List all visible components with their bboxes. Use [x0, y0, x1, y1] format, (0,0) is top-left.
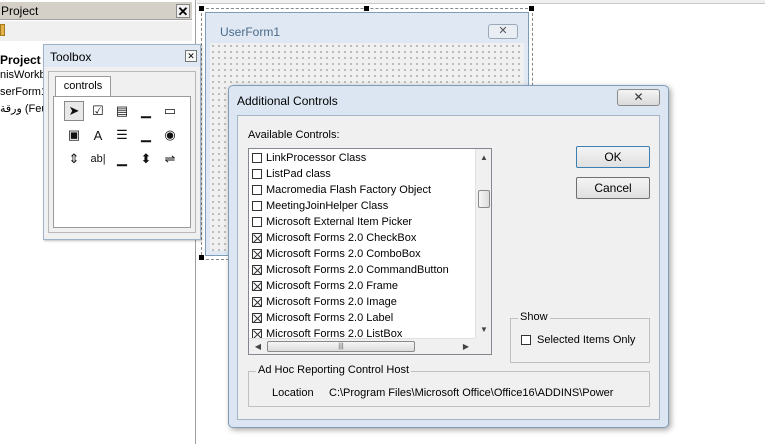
- resize-handle[interactable]: [199, 255, 204, 260]
- multipage-tool-icon[interactable]: ▭: [160, 101, 180, 121]
- control-checkbox[interactable]: [252, 233, 262, 243]
- list-item[interactable]: Microsoft Forms 2.0 CheckBox: [250, 230, 475, 246]
- control-checkbox[interactable]: [252, 249, 262, 259]
- toolbox-titlebar[interactable]: Toolbox ✕: [44, 45, 200, 67]
- control-checkbox[interactable]: [252, 201, 262, 211]
- project-toolbar: [0, 21, 192, 41]
- project-pane-title: Project: [1, 4, 39, 18]
- selected-items-only-label: Selected Items Only: [537, 334, 636, 346]
- selected-items-only-option[interactable]: Selected Items Only: [521, 334, 635, 346]
- label-line-tool-icon[interactable]: ▁: [136, 101, 156, 121]
- scroll-right-icon[interactable]: ▶: [459, 339, 473, 354]
- list-item-label: MeetingJoinHelper Class: [266, 200, 389, 212]
- control-checkbox[interactable]: [252, 265, 262, 275]
- toolbox-grid: ➤ ☑ ▤ ▁ ▭ ▣ A ☰ ▁ ◉ ⇕ ab| ▁ ⬍ ⇌: [53, 96, 191, 228]
- resize-handle[interactable]: [529, 6, 534, 11]
- scroll-corner: [475, 338, 491, 354]
- control-checkbox[interactable]: [252, 297, 262, 307]
- list-item[interactable]: Microsoft Forms 2.0 CommandButton: [250, 262, 475, 278]
- resize-handle[interactable]: [364, 6, 369, 11]
- dialog-client-area: Available Controls: LinkProcessor Class L…: [237, 115, 660, 420]
- selected-items-only-checkbox[interactable]: [521, 335, 531, 345]
- scroll-up-icon[interactable]: ▲: [476, 151, 491, 165]
- list-item-label: Microsoft Forms 2.0 ComboBox: [266, 248, 421, 260]
- list-item-label: Microsoft External Item Picker: [266, 216, 413, 228]
- horizontal-scrollbar[interactable]: ◀ ||| ▶: [249, 338, 475, 354]
- list-item[interactable]: ListPad class: [250, 166, 475, 182]
- list-item[interactable]: Microsoft Forms 2.0 ComboBox: [250, 246, 475, 262]
- list-item[interactable]: LinkProcessor Class: [250, 150, 475, 166]
- toolbox-window: Toolbox ✕ controls ➤ ☑ ▤ ▁ ▭ ▣ A ☰ ▁ ◉ ⇕ ab| ▁ ⬍ ⇌: [43, 44, 201, 240]
- dialog-title: Additional Controls: [237, 94, 338, 108]
- listbox-tool-icon[interactable]: ☰: [112, 125, 132, 145]
- ok-button[interactable]: OK: [576, 146, 650, 168]
- label-tool-icon[interactable]: A: [88, 125, 108, 145]
- show-group: Show Selected Items Only: [510, 311, 650, 363]
- vertical-scroll-thumb[interactable]: [478, 190, 490, 208]
- control-checkbox[interactable]: [252, 281, 262, 291]
- combobox-tool-icon[interactable]: ▤: [112, 101, 132, 121]
- additional-controls-dialog: Additional Controls ✕ Available Controls…: [228, 85, 669, 428]
- userform-title: UserForm1: [220, 25, 281, 39]
- textbox-tool-icon[interactable]: ab|: [88, 149, 108, 169]
- spinbutton-tool-icon[interactable]: ⬍: [136, 149, 156, 169]
- horizontal-scroll-thumb[interactable]: |||: [267, 341, 415, 352]
- tree-item-project[interactable]: Project (: [0, 53, 48, 67]
- list-item[interactable]: Microsoft External Item Picker: [250, 214, 475, 230]
- list-item-label: Microsoft Forms 2.0 CommandButton: [266, 264, 449, 276]
- window-top-strip: [197, 0, 765, 4]
- available-controls-label: Available Controls:: [248, 129, 340, 141]
- refedit-tool-icon[interactable]: ⇌: [160, 149, 180, 169]
- frame-tool-icon[interactable]: ▁: [136, 125, 156, 145]
- image-tool-icon[interactable]: ▣: [64, 125, 84, 145]
- list-item[interactable]: Macromedia Flash Factory Object: [250, 182, 475, 198]
- selected-control-name: Ad Hoc Reporting Control Host: [256, 364, 412, 376]
- location-value: C:\Program Files\Microsoft Office\Office…: [329, 387, 614, 399]
- location-label: Location: [272, 387, 314, 399]
- project-close-icon[interactable]: ✕: [176, 4, 190, 18]
- cancel-button[interactable]: Cancel: [576, 177, 650, 199]
- list-item-label: Microsoft Forms 2.0 Frame: [266, 280, 399, 292]
- list-item-label: Microsoft Forms 2.0 Label: [266, 312, 394, 324]
- list-item-label: Microsoft Forms 2.0 Image: [266, 296, 397, 308]
- dialog-close-icon[interactable]: ✕: [617, 89, 660, 106]
- resize-handle[interactable]: [199, 6, 204, 11]
- control-checkbox[interactable]: [252, 169, 262, 179]
- scroll-left-icon[interactable]: ◀: [251, 339, 265, 354]
- control-checkbox[interactable]: [252, 185, 262, 195]
- commandbutton-tool-icon[interactable]: ▁: [112, 149, 132, 169]
- checkbox-tool-icon[interactable]: ☑: [88, 101, 108, 121]
- list-item[interactable]: Microsoft Forms 2.0 Frame: [250, 278, 475, 294]
- available-controls-list[interactable]: LinkProcessor Class ListPad class Macromed…: [248, 148, 492, 355]
- optionbutton-tool-icon[interactable]: ◉: [160, 125, 180, 145]
- list-item[interactable]: Microsoft Forms 2.0 Label: [250, 310, 475, 326]
- project-pane-titlebar: Project ✕: [0, 2, 192, 20]
- select-objects-icon[interactable]: ➤: [64, 101, 84, 121]
- list-item[interactable]: MeetingJoinHelper Class: [250, 198, 475, 214]
- scrollbar-tool-icon[interactable]: ⇕: [64, 149, 84, 169]
- scroll-down-icon[interactable]: ▼: [476, 323, 491, 337]
- list-item-label: Macromedia Flash Factory Object: [266, 184, 432, 196]
- list-item-label: LinkProcessor Class: [266, 152, 367, 164]
- list-item[interactable]: Microsoft Forms 2.0 Image: [250, 294, 475, 310]
- vertical-scrollbar[interactable]: ▲ ▼: [475, 149, 491, 339]
- folder-icon[interactable]: [0, 24, 5, 36]
- userform-close-icon[interactable]: ✕: [488, 24, 518, 39]
- toolbox-body: controls ➤ ☑ ▤ ▁ ▭ ▣ A ☰ ▁ ◉ ⇕ ab| ▁ ⬍ ⇌: [48, 71, 196, 233]
- control-checkbox[interactable]: [252, 217, 262, 227]
- toolbox-close-icon[interactable]: ✕: [185, 50, 197, 62]
- control-checkbox[interactable]: [252, 153, 262, 163]
- tree-item-userform1[interactable]: serForm1: [0, 86, 47, 98]
- list-item-label: ListPad class: [266, 168, 331, 180]
- control-info-group: Ad Hoc Reporting Control Host Location C…: [248, 364, 650, 407]
- list-item-label: Microsoft Forms 2.0 CheckBox: [266, 232, 417, 244]
- show-group-legend: Show: [518, 311, 550, 323]
- tab-controls[interactable]: controls: [55, 76, 111, 96]
- toolbox-title: Toolbox: [50, 50, 92, 64]
- control-checkbox[interactable]: [252, 313, 262, 323]
